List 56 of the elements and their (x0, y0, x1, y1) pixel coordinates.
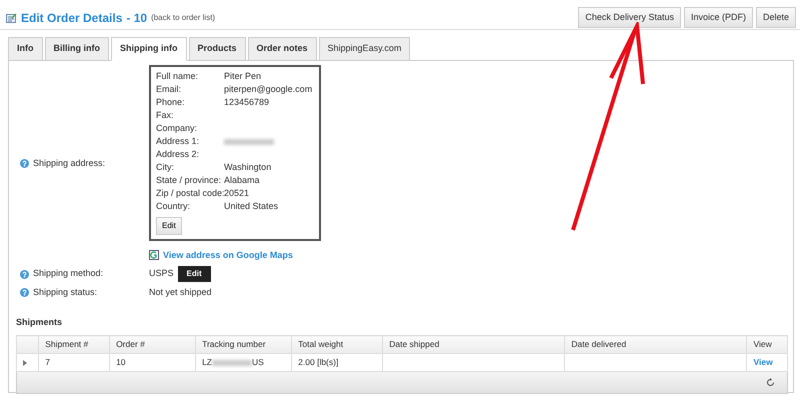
shipping-status-value: Not yet shipped (149, 286, 212, 299)
tracking-prefix: LZ (202, 356, 212, 369)
help-icon (20, 158, 29, 168)
field-value: Washington (224, 161, 272, 174)
field-label: State / province: (156, 174, 222, 188)
action-button[interactable]: Check Delivery Status (578, 6, 681, 28)
tab[interactable]: Info (8, 37, 42, 60)
field-label: Country: (156, 200, 192, 214)
field-label: Email: (156, 83, 182, 96)
action-button[interactable]: Delete (756, 6, 796, 28)
field-label: Company: (156, 122, 198, 136)
refresh-icon[interactable] (766, 378, 775, 387)
edit-button[interactable]: Edit (156, 216, 182, 234)
column-header: Tracking number (196, 336, 292, 354)
field-label: Full name: (156, 70, 200, 84)
tab[interactable]: Order notes (248, 37, 317, 60)
shipping-method-value: USPS (149, 267, 174, 280)
column-header: View (746, 336, 788, 354)
google-maps-link[interactable]: View address on Google Maps (163, 248, 293, 262)
blurred-text (212, 360, 252, 366)
section-title: Shipments (16, 316, 64, 329)
column-header: Order # (110, 336, 196, 354)
column-header: Shipment # (38, 336, 110, 354)
column-header: Total weight (292, 336, 383, 354)
page-title: Edit Order Details (21, 10, 122, 26)
field-label: Fax: (156, 109, 175, 122)
field-label: Address 1: (156, 135, 200, 148)
field-label: City: (156, 161, 175, 174)
field-label: Shipping status: (33, 286, 98, 299)
column-header: Date delivered (564, 336, 747, 354)
help-icon (20, 288, 29, 298)
field-label: Address 2: (156, 148, 200, 162)
tab[interactable]: Products (188, 37, 246, 60)
field-value: Alabama (224, 174, 260, 188)
help-icon (20, 270, 29, 278)
field-value: 123456789 (224, 96, 270, 110)
field-value: Piter Pen (224, 70, 262, 84)
column-header: Date shipped (382, 336, 565, 354)
tab[interactable]: Billing info (44, 37, 109, 60)
field-value: 20521 (224, 187, 250, 200)
edit-document-icon (6, 12, 17, 22)
tab[interactable]: ShippingEasy.com (318, 37, 410, 60)
tab[interactable]: Shipping info (111, 37, 186, 60)
expand-icon[interactable] (23, 360, 27, 366)
back-link[interactable]: (back to order list) (151, 12, 216, 24)
tracking-suffix: US (252, 356, 264, 369)
edit-button[interactable]: Edit (178, 266, 211, 282)
map-icon (149, 250, 159, 260)
field-label: Zip / postal code: (156, 187, 224, 200)
order-number: - 10 (126, 10, 148, 26)
field-value: piterpen@google.com (224, 83, 312, 96)
field-label: Phone: (156, 96, 186, 110)
action-button[interactable]: Invoice (PDF) (684, 6, 753, 28)
field-label: Shipping address: (33, 156, 106, 170)
field-value: United States (224, 200, 278, 214)
field-label: Shipping method: (33, 267, 104, 280)
